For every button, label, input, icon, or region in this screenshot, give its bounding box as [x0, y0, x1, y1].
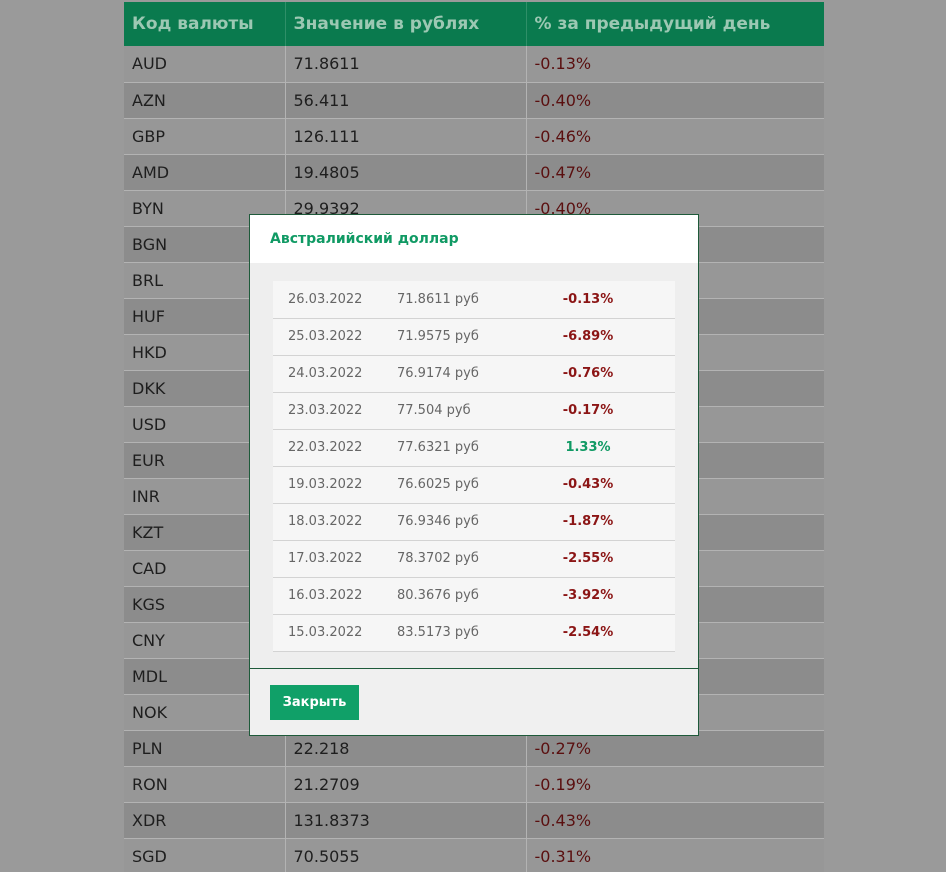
history-change: -0.17% — [537, 392, 675, 430]
currency-change: -0.31% — [526, 838, 824, 872]
history-value: 76.9346 руб — [397, 503, 537, 541]
currency-code: RON — [124, 766, 286, 803]
currency-value: 70.5055 — [285, 838, 527, 872]
history-value: 77.504 руб — [397, 392, 537, 430]
table-row[interactable]: AMD 19.4805 -0.47% — [124, 154, 824, 191]
history-value: 77.6321 руб — [397, 429, 537, 467]
currency-change: -0.47% — [526, 154, 824, 191]
history-date: 23.03.2022 — [273, 392, 397, 430]
history-row: 24.03.2022 76.9174 руб -0.76% — [273, 355, 675, 393]
currency-code: XDR — [124, 802, 286, 839]
history-date: 17.03.2022 — [273, 540, 397, 578]
history-table: 26.03.2022 71.8611 руб -0.13% 25.03.2022 71.… — [273, 281, 675, 652]
history-value: 80.3676 руб — [397, 577, 537, 615]
history-change: -6.89% — [537, 318, 675, 356]
currency-code: SGD — [124, 838, 286, 872]
history-change: -1.87% — [537, 503, 675, 541]
history-row: 19.03.2022 76.6025 руб -0.43% — [273, 466, 675, 504]
currency-value: 71.8611 — [285, 46, 527, 83]
header-value: Значение в рублях — [285, 2, 527, 46]
table-row[interactable]: XDR 131.8373 -0.43% — [124, 802, 824, 839]
history-value: 71.9575 руб — [397, 318, 537, 356]
history-date: 16.03.2022 — [273, 577, 397, 615]
history-date: 25.03.2022 — [273, 318, 397, 356]
header-change: % за предыдущий день — [526, 2, 824, 46]
table-row[interactable]: AZN 56.411 -0.40% — [124, 82, 824, 119]
currency-value: 126.111 — [285, 118, 527, 155]
currency-change: -0.19% — [526, 766, 824, 803]
history-date: 19.03.2022 — [273, 466, 397, 504]
close-button[interactable]: Закрыть — [270, 685, 359, 720]
table-row[interactable]: AUD 71.8611 -0.13% — [124, 46, 824, 83]
history-change: -2.55% — [537, 540, 675, 578]
history-row: 26.03.2022 71.8611 руб -0.13% — [273, 281, 675, 319]
history-change: -0.13% — [537, 281, 675, 319]
currency-value: 131.8373 — [285, 802, 527, 839]
modal-footer: Закрыть — [250, 669, 698, 735]
table-row[interactable]: GBP 126.111 -0.46% — [124, 118, 824, 155]
table-header-row: Код валюты Значение в рублях % за предыд… — [124, 2, 824, 46]
currency-value: 21.2709 — [285, 766, 527, 803]
history-date: 22.03.2022 — [273, 429, 397, 467]
history-value: 76.6025 руб — [397, 466, 537, 504]
currency-change: -0.43% — [526, 802, 824, 839]
history-value: 78.3702 руб — [397, 540, 537, 578]
history-row: 15.03.2022 83.5173 руб -2.54% — [273, 614, 675, 652]
history-row: 17.03.2022 78.3702 руб -2.55% — [273, 540, 675, 578]
history-date: 18.03.2022 — [273, 503, 397, 541]
currency-history-modal: Австралийский доллар 26.03.2022 71.8611 р… — [249, 214, 699, 736]
currency-code: AUD — [124, 46, 286, 83]
history-change: -0.76% — [537, 355, 675, 393]
history-row: 23.03.2022 77.504 руб -0.17% — [273, 392, 675, 430]
modal-body: 26.03.2022 71.8611 руб -0.13% 25.03.2022 71.… — [250, 263, 698, 669]
currency-code: AMD — [124, 154, 286, 191]
history-date: 15.03.2022 — [273, 614, 397, 652]
history-row: 25.03.2022 71.9575 руб -6.89% — [273, 318, 675, 356]
history-date: 26.03.2022 — [273, 281, 397, 319]
currency-code: AZN — [124, 82, 286, 119]
history-date: 24.03.2022 — [273, 355, 397, 393]
currency-change: -0.46% — [526, 118, 824, 155]
header-code: Код валюты — [124, 2, 286, 46]
table-row[interactable]: RON 21.2709 -0.19% — [124, 766, 824, 803]
history-change: -0.43% — [537, 466, 675, 504]
history-value: 76.9174 руб — [397, 355, 537, 393]
currency-change: -0.13% — [526, 46, 824, 83]
history-row: 22.03.2022 77.6321 руб 1.33% — [273, 429, 675, 467]
modal-title: Австралийский доллар — [270, 231, 459, 247]
currency-code: GBP — [124, 118, 286, 155]
history-change: -3.92% — [537, 577, 675, 615]
currency-value: 19.4805 — [285, 154, 527, 191]
history-row: 16.03.2022 80.3676 руб -3.92% — [273, 577, 675, 615]
currency-change: -0.40% — [526, 82, 824, 119]
history-change: -2.54% — [537, 614, 675, 652]
history-row: 18.03.2022 76.9346 руб -1.87% — [273, 503, 675, 541]
table-row[interactable]: SGD 70.5055 -0.31% — [124, 838, 824, 872]
currency-value: 56.411 — [285, 82, 527, 119]
history-value: 71.8611 руб — [397, 281, 537, 319]
history-value: 83.5173 руб — [397, 614, 537, 652]
history-change: 1.33% — [537, 429, 675, 467]
